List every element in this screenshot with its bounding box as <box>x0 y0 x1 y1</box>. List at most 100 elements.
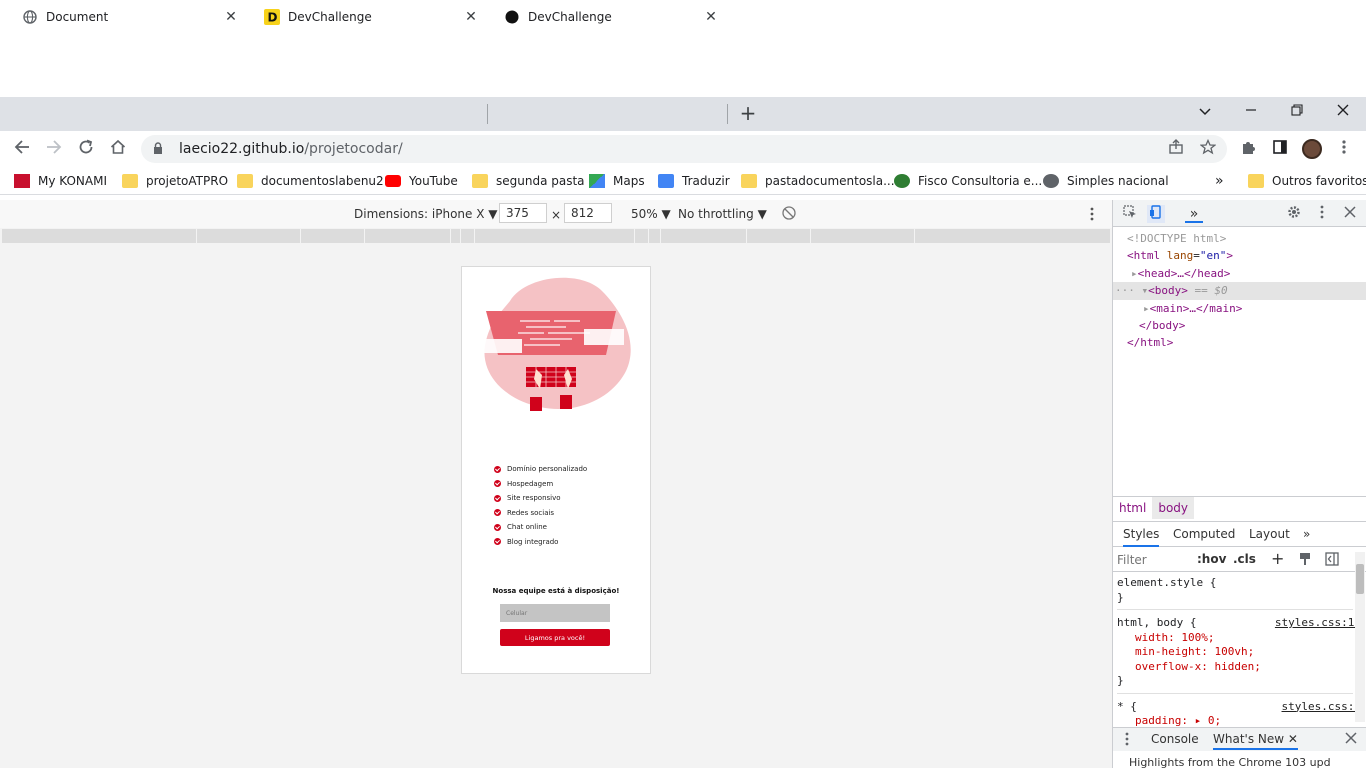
list-item: Redes sociais <box>494 506 587 521</box>
bookmark-pastadocumentos[interactable]: pastadocumentosla... <box>741 172 895 190</box>
drawer-menu-icon[interactable] <box>1125 732 1129 749</box>
body-close-tag: </body> <box>1139 319 1186 333</box>
rule-close: } <box>1117 674 1124 687</box>
toggle-sidebar-icon[interactable] <box>1325 552 1339 569</box>
minimize-icon[interactable] <box>1228 97 1274 127</box>
reload-icon[interactable] <box>76 139 96 159</box>
bookmark-youtube[interactable]: YouTube <box>385 172 458 190</box>
tab-devchallenge-2[interactable]: DevChallenge ✕ <box>490 0 726 34</box>
breadcrumb-html[interactable]: html <box>1113 497 1152 519</box>
close-drawer-tab-icon[interactable]: ✕ <box>1288 732 1298 746</box>
more-panels-icon[interactable]: » <box>1185 205 1203 223</box>
rotate-disabled-icon[interactable] <box>782 206 796 223</box>
device-width-input[interactable]: 375 <box>499 203 547 223</box>
device-toolbar-more-icon[interactable] <box>1090 207 1094 224</box>
bookmark-simples-nacional[interactable]: Simples nacional <box>1043 172 1169 190</box>
feature-label: Chat online <box>507 523 547 532</box>
media-query-ruler[interactable] <box>2 229 1110 243</box>
address-bar[interactable]: laecio22.github.io/projetocodar/ <box>141 135 1227 163</box>
phone-input[interactable] <box>500 604 610 622</box>
side-panel-icon[interactable] <box>1270 139 1290 159</box>
device-dimensions-dropdown[interactable]: Dimensions: iPhone X ▼ <box>354 207 497 221</box>
dom-main-node[interactable]: ▸<main>…</main> <box>1113 300 1366 317</box>
more-tabs-chevron-icon[interactable]: » <box>1303 527 1310 541</box>
device-toggle-icon[interactable] <box>1147 205 1165 223</box>
list-item: Hospedagem <box>494 477 587 492</box>
css-property[interactable]: min-height: 100vh; <box>1117 645 1353 660</box>
inspect-element-icon[interactable] <box>1121 205 1139 223</box>
tab-document[interactable]: Document ✕ <box>8 0 246 34</box>
css-property[interactable]: overflow-x: hidden; <box>1117 660 1353 675</box>
bookmark-star-icon[interactable] <box>1198 138 1218 159</box>
bookmark-outros-favoritos[interactable]: Outros favoritos <box>1248 172 1366 190</box>
rule-html-body[interactable]: html, body { styles.css:16 width: 100%; … <box>1117 616 1361 694</box>
tab-devchallenge-1[interactable]: D DevChallenge ✕ <box>250 0 486 34</box>
html-tag: <html <box>1127 249 1161 263</box>
rule-source-link[interactable]: styles.css:8 <box>1282 700 1361 715</box>
new-rule-plus-icon[interactable]: + <box>1271 549 1284 568</box>
css-property[interactable]: width: 100%; <box>1117 631 1353 646</box>
rule-selector: element.style { <box>1117 576 1217 589</box>
home-icon[interactable] <box>108 139 128 159</box>
throttling-dropdown[interactable]: No throttling ▼ <box>678 207 767 221</box>
device-height-input[interactable]: 812 <box>564 203 612 223</box>
back-arrow-icon[interactable] <box>12 139 32 159</box>
html-close-tag: </html> <box>1127 336 1174 350</box>
drawer-close-icon[interactable] <box>1345 732 1357 747</box>
drawer-tab-label: What's New <box>1213 732 1285 746</box>
folder-icon <box>237 174 253 188</box>
close-tab-icon[interactable]: ✕ <box>702 9 720 25</box>
extensions-puzzle-icon[interactable] <box>1238 139 1258 159</box>
dom-tree[interactable]: <!DOCTYPE html> <html lang="en"> ▸<head>… <box>1113 230 1366 352</box>
throttling-label: No throttling <box>678 207 754 221</box>
tab-search-chevron-icon[interactable] <box>1182 97 1228 127</box>
settings-gear-icon[interactable] <box>1285 205 1303 223</box>
bookmark-traduzir[interactable]: Traduzir <box>658 172 730 190</box>
bookmark-my-konami[interactable]: My KONAMI <box>14 172 107 190</box>
paint-bucket-icon[interactable] <box>1299 552 1311 569</box>
device-dimensions-label: Dimensions: iPhone X <box>354 207 485 221</box>
zoom-dropdown[interactable]: 50% ▼ <box>631 207 671 221</box>
bookmark-projetoatpro[interactable]: projetoATPRO <box>122 172 228 190</box>
globe-icon <box>1043 174 1059 188</box>
dom-head-node[interactable]: ▸<head>…</head> <box>1113 265 1366 282</box>
profile-avatar[interactable] <box>1302 139 1322 159</box>
rule-element-style[interactable]: element.style { } <box>1117 576 1353 610</box>
devtools-close-icon[interactable] <box>1341 205 1359 223</box>
dom-doctype: <!DOCTYPE html> <box>1127 232 1227 245</box>
bookmark-maps[interactable]: Maps <box>589 172 645 190</box>
rule-source-link[interactable]: styles.css:16 <box>1275 616 1361 631</box>
share-icon[interactable] <box>1166 139 1186 159</box>
breadcrumb: html body <box>1113 496 1366 519</box>
tab-styles[interactable]: Styles <box>1123 527 1160 547</box>
window-close-icon[interactable] <box>1320 97 1366 127</box>
styles-filter-input[interactable] <box>1117 551 1187 569</box>
restore-icon[interactable] <box>1274 97 1320 127</box>
tab-layout[interactable]: Layout <box>1249 527 1290 541</box>
dom-html-open[interactable]: <html lang="en"> <box>1113 247 1366 264</box>
close-tab-icon[interactable]: ✕ <box>462 9 480 25</box>
cls-toggle[interactable]: .cls <box>1233 552 1256 566</box>
close-tab-icon[interactable]: ✕ <box>222 9 240 25</box>
forward-arrow-icon[interactable] <box>44 139 64 159</box>
bookmark-fisco[interactable]: Fisco Consultoria e... <box>894 172 1042 190</box>
bookmark-label: My KONAMI <box>38 174 108 188</box>
scrollbar-thumb[interactable] <box>1356 564 1364 594</box>
call-me-button[interactable]: Ligamos pra você! <box>500 629 610 646</box>
bookmarks-overflow-chevron[interactable]: » <box>1215 172 1224 190</box>
bookmark-documentoslabenu2[interactable]: documentoslabenu2 <box>237 172 384 190</box>
dom-body-node[interactable]: ··· ▾<body> == $0 <box>1113 282 1366 300</box>
bookmark-segunda-pasta[interactable]: segunda pasta <box>472 172 585 190</box>
tab-computed[interactable]: Computed <box>1173 527 1235 541</box>
devtools-menu-icon[interactable] <box>1313 205 1331 223</box>
hov-toggle[interactable]: :hov <box>1197 552 1226 566</box>
device-toolbar: Dimensions: iPhone X ▼ × 50% ▼ No thrott… <box>0 200 1112 228</box>
new-tab-button[interactable]: + <box>737 101 759 125</box>
list-item: Blog integrado <box>494 535 587 550</box>
drawer-tab-whats-new[interactable]: What's New ✕ <box>1213 732 1298 750</box>
kebab-menu-icon[interactable] <box>1334 139 1354 159</box>
breadcrumb-body[interactable]: body <box>1152 497 1195 519</box>
drawer-tab-console[interactable]: Console <box>1151 732 1199 746</box>
styles-rules[interactable]: element.style { } html, body { styles.cs… <box>1117 576 1361 739</box>
styles-scrollbar[interactable] <box>1355 552 1365 722</box>
